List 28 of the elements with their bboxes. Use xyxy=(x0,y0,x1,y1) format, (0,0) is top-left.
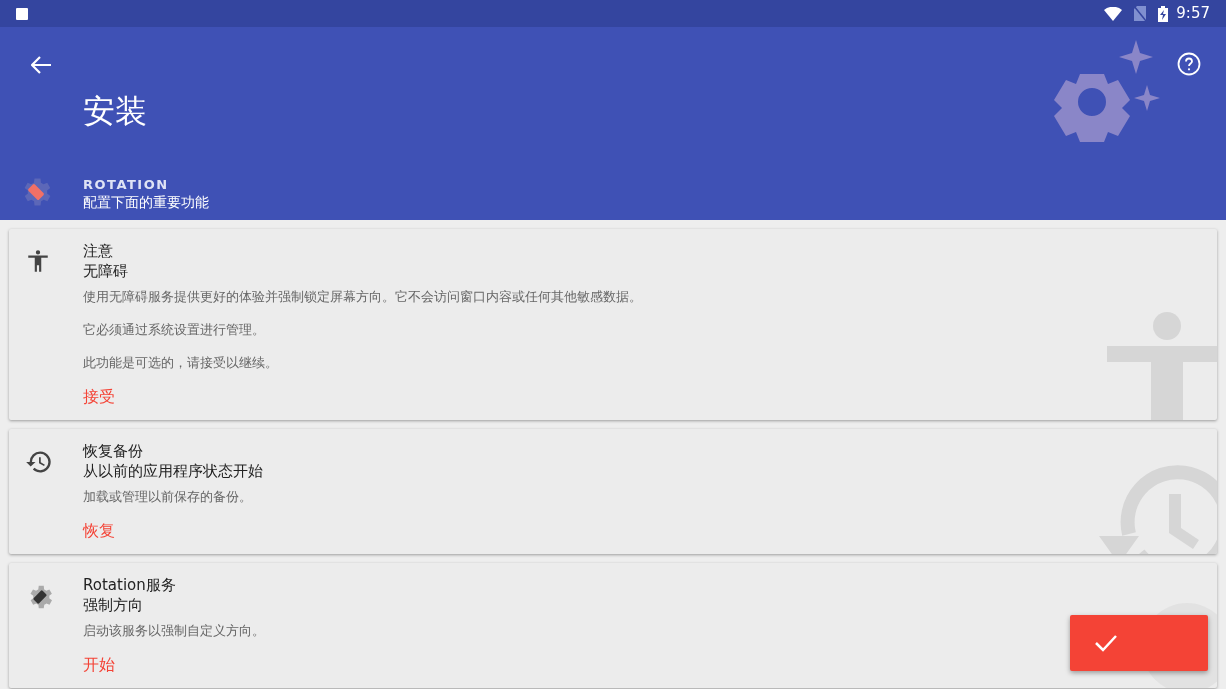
notification-icon xyxy=(16,7,28,20)
help-icon xyxy=(1177,52,1201,76)
accessibility-icon xyxy=(1107,310,1217,420)
battery-charging-icon xyxy=(1158,5,1169,22)
app-name: ROTATION xyxy=(83,176,169,194)
page-title: 安装 xyxy=(83,95,147,127)
no-sim-icon xyxy=(1134,6,1147,21)
card-subtitle: 从以前的应用程序状态开始 xyxy=(83,461,263,481)
card-title: Rotation服务 xyxy=(83,575,177,595)
card-action-link[interactable]: 恢复 xyxy=(83,520,115,542)
accessibility-icon xyxy=(25,248,51,274)
wifi-icon xyxy=(1104,6,1123,21)
card-subtitle: 强制方向 xyxy=(83,595,144,615)
card-description: 使用无障碍服务提供更好的体验并强制锁定屏幕方向。它不会访问窗口内容或任何其他敏感数据。 xyxy=(83,288,642,306)
card-description: 此功能是可选的，请接受以继续。 xyxy=(83,354,279,372)
card-title: 注意 xyxy=(83,241,114,261)
card-subtitle: 无障碍 xyxy=(83,261,129,281)
card-description: 启动该服务以强制自定义方向。 xyxy=(83,622,265,640)
card-action-link[interactable]: 接受 xyxy=(83,386,115,408)
card-action-link[interactable]: 开始 xyxy=(83,654,115,676)
card-description: 加载或管理以前保存的备份。 xyxy=(83,488,253,506)
clock: 9:57 xyxy=(1176,3,1210,25)
card-description: 它必须通过系统设置进行管理。 xyxy=(83,321,266,339)
card-title: 恢复备份 xyxy=(83,441,144,461)
back-arrow-icon xyxy=(31,56,51,74)
help-button[interactable] xyxy=(1176,51,1202,77)
header-subtitle: 配置下面的重要功能 xyxy=(83,193,209,212)
check-icon xyxy=(1095,634,1117,652)
